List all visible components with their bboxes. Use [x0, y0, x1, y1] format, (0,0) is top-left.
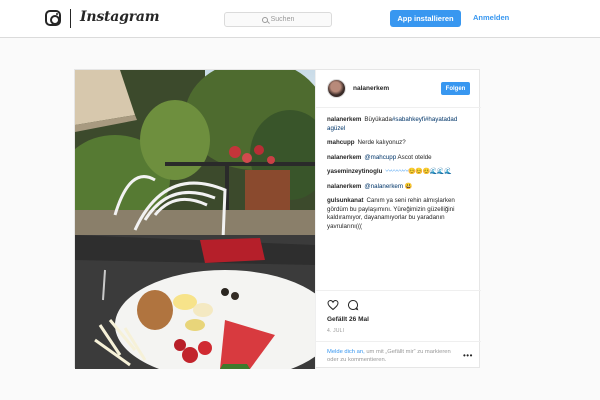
- comment-item: yaseminzeytinoglu 〰〰〰〰😊😊😊🌊🌊🌊: [327, 168, 473, 177]
- comment-username[interactable]: mahcupp: [327, 139, 355, 146]
- comment-mention[interactable]: @nalanerkem: [364, 183, 403, 190]
- comment-username[interactable]: nalanerkem: [327, 183, 361, 190]
- login-prompt-link[interactable]: Melde dich an,: [327, 349, 365, 355]
- top-navbar: Instagram Suchen App installieren Anmeld…: [0, 0, 600, 38]
- comment-item: gulsunkanat Canım ya seni rehin almışlark…: [327, 197, 473, 231]
- comment-mention[interactable]: @mahcupp: [364, 154, 396, 161]
- post-actions: Gefällt 26 Mal 4. JULI Melde dich an, um…: [316, 290, 481, 369]
- comment-emoji: 〰〰〰〰😊😊😊🌊🌊🌊: [385, 168, 452, 175]
- post-date: 4. JULI: [327, 328, 345, 334]
- post-card: nalanerkem Folgen nalanerkem Büyükada#sab…: [74, 69, 481, 369]
- post-photo[interactable]: [75, 70, 315, 369]
- comment-username[interactable]: nalanerkem: [327, 154, 361, 161]
- comment-emoji: 😃: [403, 182, 413, 190]
- comment-item: nalanerkem @nalanerkem 😃: [327, 183, 473, 192]
- login-prompt-bar: Melde dich an, um mit „Gefällt mir“ zu m…: [316, 341, 481, 370]
- caption-text: Büyükada: [364, 116, 392, 123]
- logo-divider: [70, 9, 71, 28]
- more-icon[interactable]: •••: [463, 352, 473, 360]
- likes-count[interactable]: Gefällt 26 Mal: [327, 316, 369, 323]
- search-placeholder: Suchen: [270, 16, 295, 23]
- search-icon: [261, 16, 268, 23]
- login-prompt: Melde dich an, um mit „Gefällt mir“ zu m…: [327, 348, 452, 364]
- post-owner-username[interactable]: nalanerkem: [353, 85, 389, 92]
- comment-text: Nerde kalıyonuz?: [357, 139, 406, 146]
- install-app-button[interactable]: App installieren: [390, 10, 461, 27]
- comments-list: nalanerkem Büyükada#sabahkeyfi#hayatadad …: [327, 116, 473, 237]
- comment-text: Ascot otelde: [396, 153, 432, 161]
- caption: nalanerkem Büyükada#sabahkeyfi#hayatadad …: [327, 116, 473, 133]
- comment-username[interactable]: yaseminzeytinoglu: [327, 168, 382, 175]
- post-header: nalanerkem Folgen: [316, 70, 481, 108]
- comment-item: nalanerkem @mahcupp Ascot otelde: [327, 154, 473, 163]
- search-input[interactable]: Suchen: [224, 12, 332, 27]
- heart-icon[interactable]: [327, 299, 339, 311]
- avatar[interactable]: [327, 79, 346, 98]
- post-side-panel: nalanerkem Folgen nalanerkem Büyükada#sab…: [315, 70, 481, 369]
- instagram-glyph-icon[interactable]: [45, 10, 61, 26]
- instagram-wordmark[interactable]: Instagram: [80, 9, 160, 25]
- comment-item: mahcupp Nerde kalıyonuz?: [327, 139, 473, 148]
- comment-username[interactable]: gulsunkanat: [327, 197, 363, 204]
- login-link[interactable]: Anmelden: [473, 13, 509, 22]
- comment-icon[interactable]: [347, 299, 359, 311]
- follow-button[interactable]: Folgen: [441, 82, 470, 95]
- breakfast-terrace-photo: [75, 70, 315, 369]
- comment-username[interactable]: nalanerkem: [327, 116, 361, 123]
